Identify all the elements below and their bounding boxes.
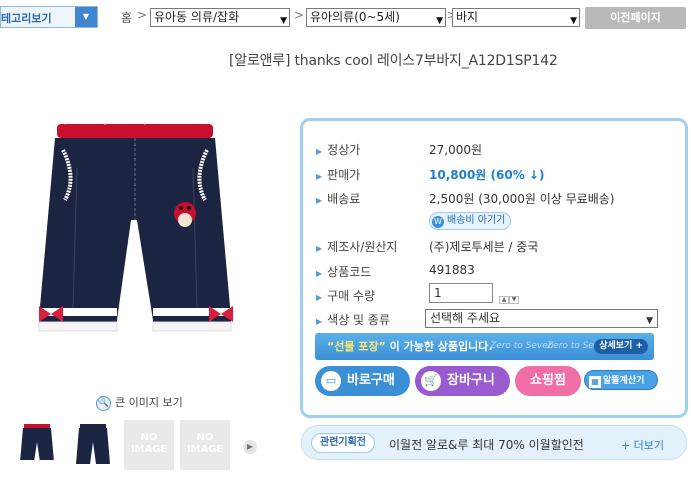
magnifier-icon: 🔍 xyxy=(96,395,111,411)
no-image-thumbnail[interactable]: NO IMAGE xyxy=(124,420,174,470)
dropdown-arrow-icon: ▼ xyxy=(646,316,653,326)
calculator-button[interactable]: ▦ 알뜰계산기 xyxy=(584,370,658,390)
bullet-icon: ▶ xyxy=(316,244,323,253)
product-info-panel: ▶ 정상가 27,000원 ▶ 판매가 10,800원 (60% ↓) ▶ 배송료 2… xyxy=(300,118,688,418)
dropdown-arrow-icon: ▼ xyxy=(280,16,287,26)
w-badge-icon: W xyxy=(432,216,444,228)
zoom-image-label: 큰 이미지 보기 xyxy=(115,396,183,409)
product-title: [알로앤루] thanks cool 레이스7부바지_A12D1SP142 xyxy=(229,53,558,69)
calculator-icon: ▦ xyxy=(589,376,601,388)
sale-price-row: ▶ 판매가 xyxy=(316,166,360,183)
product-thumbnail[interactable] xyxy=(68,420,118,470)
quantity-row: ▶ 구매 수량 xyxy=(316,287,375,304)
sale-price-label: 판매가 xyxy=(327,168,361,182)
product-image[interactable] xyxy=(25,108,245,380)
product-code-row: ▶ 상품코드 xyxy=(316,263,371,280)
quantity-up-icon[interactable]: ▲ xyxy=(499,296,509,304)
category-view-button[interactable]: 테고리보기 ▼ xyxy=(0,6,98,28)
category-select-3-value: 바지 xyxy=(456,10,479,24)
list-price-row: ▶ 정상가 xyxy=(316,141,360,158)
maker-label: 제조사/원산지 xyxy=(327,240,398,254)
gift-wrap-text: 이 가능한 상품입니다. xyxy=(389,340,493,353)
buy-now-button[interactable]: ▭ 바로구매 xyxy=(315,366,410,396)
related-promotion-bar: 관련기획전 이월전 알로&루 최대 70% 이월할인전 + 더보기 xyxy=(301,425,687,460)
cart-icon: 🛒 xyxy=(421,371,441,391)
breadcrumb-separator: > xyxy=(294,8,305,22)
option-select-value: 선택해 주세요 xyxy=(430,311,501,325)
related-promotion-link[interactable]: 이월전 알로&루 최대 70% 이월할인전 xyxy=(389,436,584,453)
option-label: 색상 및 종류 xyxy=(327,313,390,327)
category-select-3[interactable]: 바지 ▼ xyxy=(452,8,580,27)
category-view-label: 테고리보기 xyxy=(1,12,52,25)
buy-now-label: 바로구매 xyxy=(347,373,395,388)
maker-row: ▶ 제조사/원산지 xyxy=(316,238,397,255)
breadcrumb-home[interactable]: 홈 xyxy=(121,9,132,26)
product-thumbnail[interactable] xyxy=(12,420,62,470)
bullet-icon: ▶ xyxy=(316,147,323,156)
gift-wrap-banner: “선물 포장” 이 가능한 상품입니다. Zero to Seven Zero … xyxy=(315,333,654,360)
calculator-label: 알뜰계산기 xyxy=(603,376,645,386)
shipping-row: ▶ 배송료 xyxy=(316,190,360,207)
wishlist-button[interactable]: 쇼핑찜 xyxy=(515,366,581,396)
list-price-label: 정상가 xyxy=(327,143,361,157)
bullet-icon: ▶ xyxy=(316,269,323,278)
dropdown-arrow-icon: ▼ xyxy=(570,16,577,26)
sale-price-value: 10,800원 (60% ↓) xyxy=(429,168,545,182)
related-promotion-tag: 관련기획전 xyxy=(311,433,375,453)
dropdown-arrow-icon: ▼ xyxy=(436,16,443,26)
option-row: ▶ 색상 및 종류 xyxy=(316,311,390,328)
shipping-story-button[interactable]: W 배송비 아기기 xyxy=(429,212,511,230)
no-image-thumbnail[interactable]: NO IMAGE xyxy=(180,420,230,470)
add-to-cart-label: 장바구니 xyxy=(447,373,495,388)
gift-wrap-quote: “선물 포장” xyxy=(327,340,386,353)
wishlist-label: 쇼핑찜 xyxy=(530,373,566,388)
bullet-icon: ▶ xyxy=(316,196,323,205)
zoom-image-link[interactable]: 🔍 큰 이미지 보기 xyxy=(96,394,183,411)
quantity-input[interactable]: 1 xyxy=(429,283,493,303)
quantity-down-icon[interactable]: ▼ xyxy=(509,296,519,304)
quantity-stepper[interactable]: ▲ ▼ xyxy=(499,290,521,304)
bullet-icon: ▶ xyxy=(316,317,323,326)
add-to-cart-button[interactable]: 🛒 장바구니 xyxy=(415,366,510,396)
card-icon: ▭ xyxy=(321,371,341,391)
category-select-1-value: 유아동 의류/잡화 xyxy=(154,10,240,24)
shipping-label: 배송료 xyxy=(327,192,361,206)
breadcrumb-separator: > xyxy=(137,8,148,22)
more-link[interactable]: + 더보기 xyxy=(621,437,664,453)
shipping-value: 2,500원 (30,000원 이상 무료배송) xyxy=(429,192,615,206)
quantity-label: 구매 수량 xyxy=(327,289,376,303)
category-select-2-value: 유아의류(0~5세) xyxy=(310,10,400,24)
chevron-down-icon: ▼ xyxy=(75,7,97,27)
option-select[interactable]: 선택해 주세요 ▼ xyxy=(425,309,658,328)
thumbnail-next-icon[interactable]: ▶ xyxy=(243,440,257,454)
bullet-icon: ▶ xyxy=(316,293,323,302)
list-price-value: 27,000원 xyxy=(429,143,483,157)
brand-watermark: Zero to Seven xyxy=(490,341,554,351)
product-code-value: 491883 xyxy=(429,263,475,277)
category-select-2[interactable]: 유아의류(0~5세) ▼ xyxy=(306,8,446,27)
previous-page-button[interactable]: 이전페이지 xyxy=(585,7,686,29)
gift-detail-button[interactable]: 상세보기 + xyxy=(594,339,648,354)
maker-value: (주)제로투세븐 / 중국 xyxy=(429,240,539,254)
category-select-1[interactable]: 유아동 의류/잡화 ▼ xyxy=(150,8,290,27)
product-code-label: 상품코드 xyxy=(327,265,372,279)
bullet-icon: ▶ xyxy=(316,172,323,181)
shipping-story-label: 배송비 아기기 xyxy=(447,215,506,226)
